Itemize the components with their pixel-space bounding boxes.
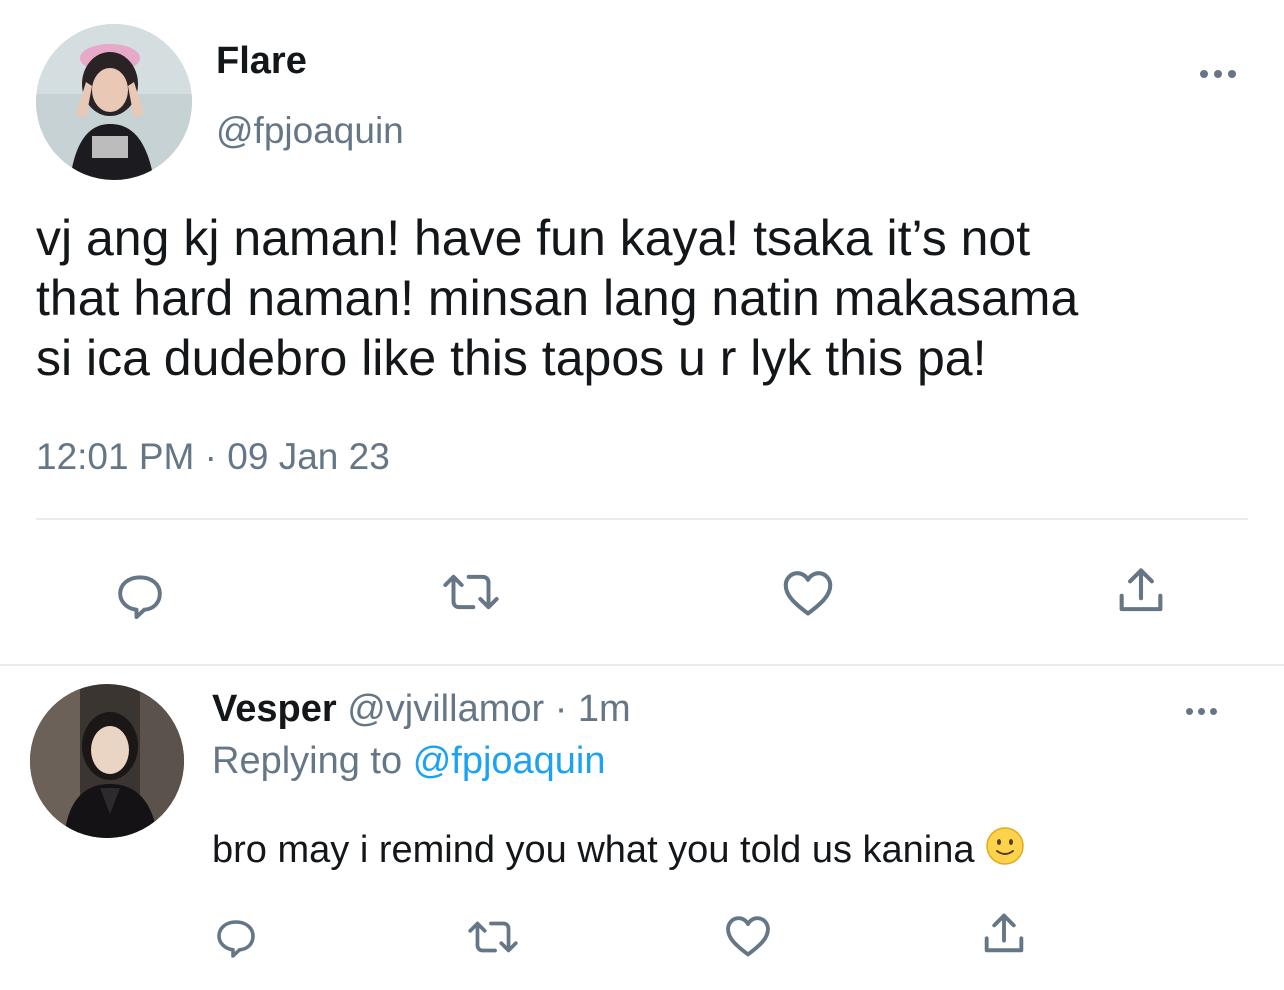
author-name[interactable]: Flare (216, 40, 307, 83)
tweet-timestamp[interactable]: 12:01 PM · 09 Jan 23 (36, 436, 390, 478)
replying-label: Replying to (212, 740, 403, 782)
like-icon (726, 916, 770, 957)
more-options-button[interactable] (1200, 70, 1236, 78)
more-options-button[interactable] (1186, 708, 1217, 715)
retweet-button[interactable] (464, 912, 522, 967)
avatar-image (30, 684, 184, 838)
slightly-smiling-face-icon (985, 826, 1025, 876)
tweet-text: bro may i remind you what you told us ka… (212, 829, 975, 871)
meta-separator: · (204, 436, 217, 477)
tweet-text: vj ang kj naman! have fun kaya! tsaka it… (36, 210, 1079, 386)
reply-text-row: bro may i remind you what you told us ka… (212, 826, 1025, 876)
author-handle[interactable]: @fpjoaquin (216, 110, 404, 152)
retweet-button[interactable] (438, 564, 504, 625)
reply-icon (118, 575, 162, 619)
divider (36, 518, 1248, 520)
retweet-icon (443, 574, 499, 610)
like-icon (783, 571, 833, 616)
share-button[interactable] (1112, 562, 1170, 625)
replying-mention-link[interactable]: @fpjoaquin (413, 740, 606, 782)
author-handle[interactable]: @vjvillamor (347, 688, 544, 730)
reply-time[interactable]: 1m (578, 688, 631, 730)
meta-separator: · (554, 688, 568, 730)
share-button[interactable] (978, 908, 1030, 965)
like-button[interactable] (778, 564, 838, 627)
avatar[interactable] (36, 24, 192, 180)
avatar[interactable] (30, 684, 184, 838)
author-name[interactable]: Vesper (212, 688, 337, 730)
tweet-time: 12:01 PM (36, 436, 195, 477)
replying-to: Replying to @fpjoaquin (212, 740, 606, 783)
reply-button[interactable] (212, 914, 260, 967)
reply-button[interactable] (112, 568, 168, 629)
like-button[interactable] (722, 910, 774, 967)
share-icon (984, 913, 1024, 953)
share-icon (1119, 568, 1163, 612)
reply-icon (217, 920, 255, 958)
avatar-image (36, 24, 192, 180)
tweet-date: 09 Jan 23 (227, 436, 390, 477)
retweet-icon (468, 921, 518, 953)
reply-header: Vesper @vjvillamor · 1m (212, 688, 631, 731)
divider (0, 664, 1284, 666)
more-horizontal-icon (1200, 70, 1236, 78)
more-horizontal-icon (1186, 708, 1217, 715)
